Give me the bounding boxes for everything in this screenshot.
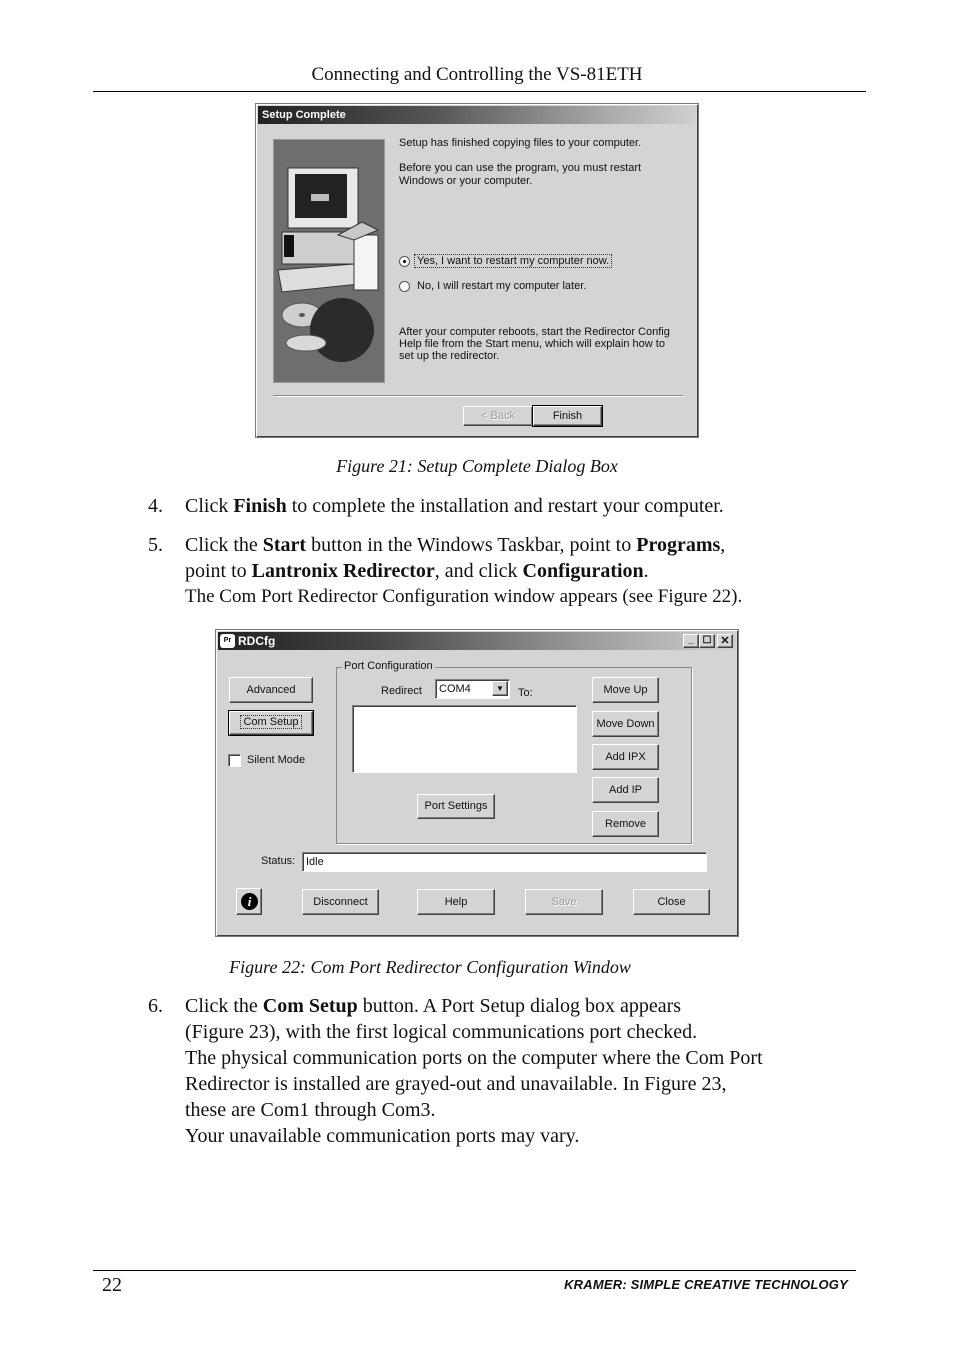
status-field: Idle	[302, 852, 707, 872]
step-number: 6.	[148, 995, 163, 1017]
dialog-titlebar: Setup Complete	[258, 106, 696, 124]
window-titlebar: Pr RDCfg _ ☐ ✕	[218, 632, 736, 650]
disconnect-button[interactable]: Disconnect	[302, 889, 379, 915]
redirect-label: Redirect	[381, 685, 422, 697]
step-text: Click the Start button in the Windows Ta…	[185, 532, 865, 610]
minimize-button[interactable]: _	[683, 634, 699, 648]
remove-button[interactable]: Remove	[592, 811, 659, 837]
radio-unselected-icon	[399, 281, 410, 292]
help-button[interactable]: Help	[417, 889, 495, 915]
move-up-label: Move Up	[603, 684, 648, 696]
back-button[interactable]: < Back	[463, 406, 533, 426]
finish-button[interactable]: Finish	[532, 405, 603, 427]
restart-notice-text: Before you can use the program, you must…	[399, 162, 642, 187]
close-label: Close	[657, 896, 686, 908]
port-settings-label: Port Settings	[424, 800, 488, 812]
checkbox-box	[228, 754, 241, 767]
setup-finished-text: Setup has finished copying files to your…	[399, 137, 642, 149]
back-button-label: < Back	[481, 410, 515, 422]
com-setup-button[interactable]: Com Setup	[228, 710, 314, 736]
step-6: 6. Click the Com Setup button. A Port Se…	[148, 993, 868, 1153]
save-button[interactable]: Save	[525, 889, 603, 915]
header-rule	[93, 91, 866, 92]
app-icon: Pr	[220, 634, 235, 648]
window-title: RDCfg	[238, 634, 276, 648]
move-down-label: Move Down	[596, 718, 655, 730]
add-ip-button[interactable]: Add IP	[592, 777, 659, 803]
close-button[interactable]: Close	[633, 889, 710, 915]
figure22-caption: Figure 22: Com Port Redirector Configura…	[229, 957, 631, 977]
remove-label: Remove	[605, 818, 646, 830]
disconnect-label: Disconnect	[313, 896, 368, 908]
rdcfg-window: Pr RDCfg _ ☐ ✕ Advanced Com Setup Silent…	[215, 629, 739, 937]
group-label: Port Configuration	[342, 660, 435, 672]
dialog-separator	[273, 395, 683, 397]
close-window-button[interactable]: ✕	[717, 634, 733, 648]
to-label: To:	[518, 687, 533, 699]
silent-mode-label: Silent Mode	[247, 754, 306, 766]
com-setup-label: Com Setup	[240, 715, 302, 729]
step-4: 4. Click Finish to complete the installa…	[148, 493, 868, 519]
maximize-button[interactable]: ☐	[699, 634, 715, 648]
footer-rule	[93, 1270, 856, 1271]
add-ipx-button[interactable]: Add IPX	[592, 744, 659, 770]
info-icon: i	[241, 893, 258, 910]
destination-list[interactable]	[352, 705, 577, 773]
info-button[interactable]: i	[236, 888, 262, 915]
footer-brand: KRAMER: SIMPLE CREATIVE TECHNOLOGY	[564, 1277, 848, 1292]
page-header: Connecting and Controlling the VS-81ETH	[311, 64, 643, 85]
move-down-button[interactable]: Move Down	[592, 711, 659, 737]
help-label: Help	[444, 896, 468, 908]
redirect-combobox[interactable]: COM4 ▼	[435, 679, 510, 699]
add-ipx-label: Add IPX	[605, 751, 646, 763]
page-number: 22	[102, 1274, 122, 1296]
port-settings-button[interactable]: Port Settings	[417, 794, 495, 819]
step-text: Click Finish to complete the installatio…	[185, 495, 724, 517]
radio-no-label: No, I will restart my computer later.	[417, 280, 587, 292]
save-label: Save	[551, 896, 577, 908]
computer-icon	[277, 167, 380, 362]
setup-illustration	[273, 139, 385, 383]
step-text: Click the Com Setup button. A Port Setup…	[185, 995, 763, 1147]
advanced-button[interactable]: Advanced	[229, 677, 313, 703]
radio-selected-icon	[399, 256, 410, 267]
finish-button-label: Finish	[552, 410, 583, 422]
reboot-instructions-text: After your computer reboots, start the R…	[399, 326, 670, 362]
figure21-caption: Figure 21: Setup Complete Dialog Box	[336, 456, 618, 476]
step-5: 5. Click the Start button in the Windows…	[148, 532, 868, 612]
step-number: 4.	[148, 495, 163, 517]
add-ip-label: Add IP	[608, 784, 643, 796]
status-value: Idle	[306, 856, 324, 868]
redirect-value: COM4	[439, 683, 471, 695]
radio-yes-label: Yes, I want to restart my computer now.	[414, 254, 613, 268]
dropdown-arrow-icon[interactable]: ▼	[492, 681, 508, 696]
advanced-label: Advanced	[246, 684, 296, 696]
move-up-button[interactable]: Move Up	[592, 677, 659, 703]
step-number: 5.	[148, 534, 163, 556]
status-label: Status:	[261, 855, 296, 867]
step-subtext: The Com Port Redirector Configuration wi…	[185, 586, 743, 607]
setup-complete-dialog: Setup Complete Setup has finished copyin…	[255, 103, 699, 438]
